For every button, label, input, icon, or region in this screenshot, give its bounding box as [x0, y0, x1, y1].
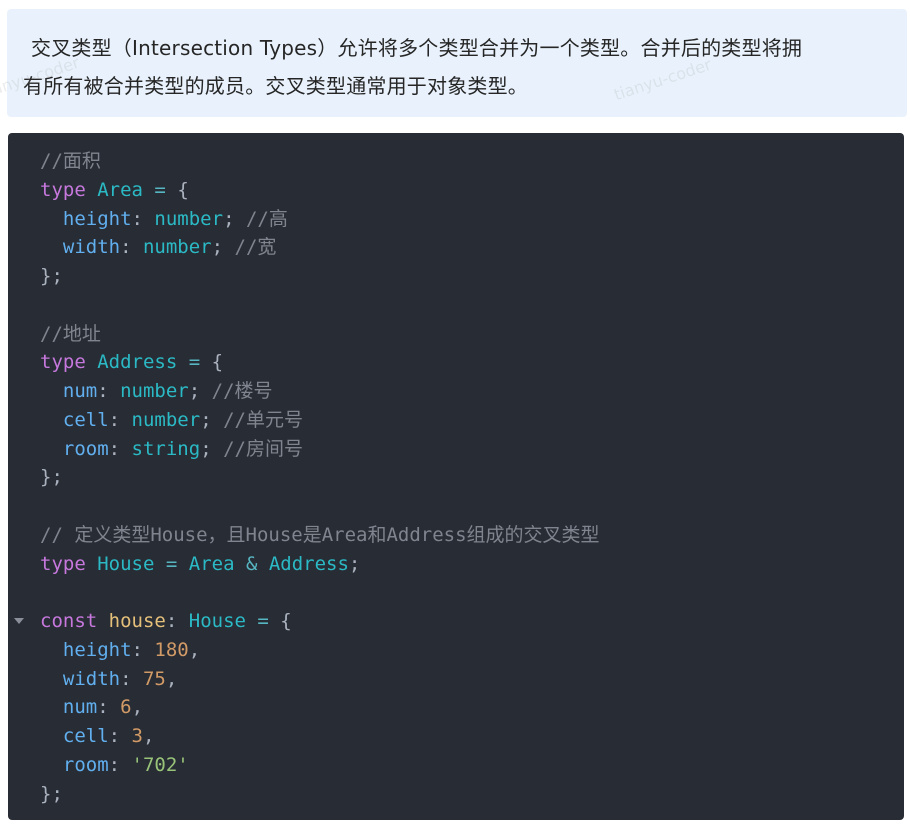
- colon: :: [120, 667, 143, 690]
- semicolon: ;: [188, 380, 201, 402]
- code-line: type Address = {: [40, 348, 904, 377]
- comma: ,: [188, 638, 201, 661]
- comment: // 定义类型House，且House是Area和Address组成的交叉类型: [40, 523, 600, 546]
- brace-open: {: [177, 178, 189, 201]
- comma: ,: [143, 725, 155, 747]
- operator-equals: =: [142, 178, 178, 201]
- type-ref-area: Area: [188, 552, 235, 575]
- code-line: //面积: [40, 147, 904, 176]
- comment: //高: [245, 207, 288, 230]
- comment: //面积: [40, 150, 101, 172]
- number-literal: 6: [120, 696, 132, 719]
- colon: :: [131, 207, 155, 230]
- comment: //宽: [234, 236, 277, 259]
- code-line: room: string; //房间号: [40, 435, 904, 464]
- colon: :: [165, 610, 189, 632]
- brace-open: {: [280, 610, 292, 632]
- operator-equals: =: [154, 552, 189, 575]
- operator-equals: =: [177, 351, 212, 374]
- code-line: type Area = {: [40, 176, 904, 205]
- code-line: };: [40, 780, 904, 809]
- code-block: //面积 type Area = { height: number; //高 w…: [8, 133, 904, 820]
- number-literal: 180: [154, 638, 189, 661]
- code-line: height: number; //高: [40, 205, 904, 234]
- keyword-type: type: [40, 351, 86, 374]
- comment: //楼号: [211, 380, 273, 402]
- colon: :: [108, 725, 132, 747]
- semicolon: ;: [200, 437, 212, 460]
- property-num: num: [62, 696, 98, 719]
- operator-equals: =: [245, 610, 281, 632]
- operator-ampersand: &: [234, 552, 269, 575]
- code-line: num: number; //楼号: [40, 377, 904, 406]
- keyword-const: const: [40, 610, 98, 632]
- variable-house: house: [108, 610, 166, 632]
- property-cell: cell: [62, 408, 109, 431]
- type-number: number: [131, 408, 201, 431]
- semicolon: ;: [200, 408, 212, 431]
- brace-close: };: [40, 265, 63, 287]
- brace-close: };: [40, 782, 63, 805]
- code-line: height: 180,: [40, 636, 904, 665]
- property-height: height: [62, 207, 132, 230]
- code-line: };: [40, 463, 904, 492]
- note-text-line-2: 有所有被合并类型的成员。交叉类型通常用于对象类型。: [23, 74, 528, 98]
- note-text-line-1: 交叉类型（Intersection Types）允许将多个类型合并为一个类型。合…: [31, 36, 803, 60]
- type-number: number: [142, 236, 212, 259]
- semicolon: ;: [211, 236, 224, 259]
- semicolon: ;: [223, 207, 235, 230]
- property-num: num: [62, 380, 98, 402]
- code-line: width: 75,: [40, 665, 904, 694]
- type-ref-address: Address: [268, 552, 349, 575]
- code-line: //地址: [40, 320, 904, 349]
- property-room: room: [62, 753, 109, 776]
- type-ref-house: House: [188, 610, 246, 632]
- type-name-area: Area: [97, 178, 143, 201]
- property-height: height: [62, 638, 132, 661]
- code-line: num: 6,: [40, 693, 904, 722]
- brace-open: {: [211, 351, 224, 374]
- code-line: type House = Area & Address;: [40, 550, 904, 579]
- colon: :: [97, 696, 121, 719]
- colon: :: [108, 437, 132, 460]
- type-string: string: [131, 437, 201, 460]
- colon: :: [97, 380, 121, 402]
- comma: ,: [131, 696, 144, 719]
- property-room: room: [62, 437, 109, 460]
- semicolon: ;: [348, 552, 361, 575]
- keyword-type: type: [40, 552, 86, 575]
- comma: ,: [165, 667, 178, 690]
- code-line: cell: number; //单元号: [40, 406, 904, 435]
- number-literal: 3: [131, 725, 143, 747]
- colon: :: [108, 753, 132, 776]
- property-cell: cell: [62, 725, 109, 747]
- intro-note: 交叉类型（Intersection Types）允许将多个类型合并为一个类型。合…: [7, 9, 907, 117]
- code-line: // 定义类型House，且House是Area和Address组成的交叉类型: [40, 521, 904, 550]
- property-width: width: [62, 236, 121, 259]
- code-line: width: number; //宽: [40, 233, 904, 262]
- comment: //房间号: [223, 437, 303, 460]
- keyword-type: type: [40, 178, 86, 201]
- property-width: width: [62, 667, 121, 690]
- colon: :: [131, 638, 155, 661]
- string-literal: '702': [131, 753, 189, 776]
- type-name-address: Address: [97, 351, 178, 374]
- type-number: number: [154, 207, 224, 230]
- code-line: room: '702': [40, 751, 904, 780]
- fold-arrow-icon[interactable]: [14, 618, 24, 624]
- colon: :: [108, 408, 132, 431]
- brace-close: };: [40, 466, 63, 489]
- colon: :: [120, 236, 143, 259]
- type-name-house: House: [97, 552, 155, 575]
- comment: //单元号: [223, 408, 303, 431]
- number-literal: 75: [142, 667, 166, 690]
- comment: //地址: [40, 322, 101, 345]
- code-line: };: [40, 262, 904, 291]
- code-line: const house: House = {: [14, 607, 904, 636]
- type-number: number: [120, 380, 189, 402]
- code-line: cell: 3,: [40, 722, 904, 751]
